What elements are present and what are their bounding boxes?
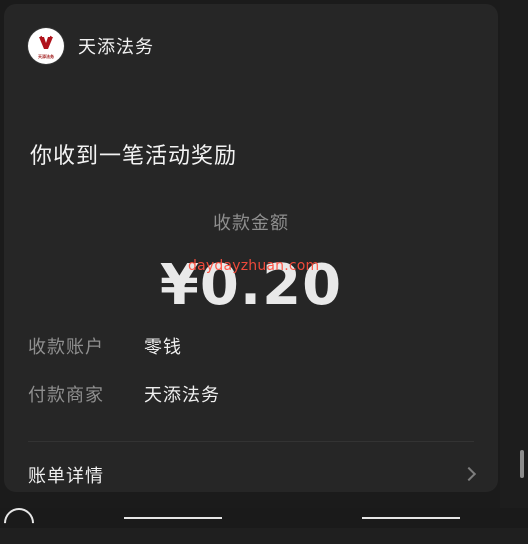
divider xyxy=(28,441,474,442)
partially-visible-bottom-line-1 xyxy=(124,517,222,519)
payer-merchant-label: 付款商家 xyxy=(28,385,104,406)
payer-merchant-row: 付款商家 天添法务 xyxy=(28,381,220,407)
payment-notification-screen: 天添法务 天添法务 你收到一笔活动奖励 收款金额 ¥0.20 daydayzhu… xyxy=(0,0,528,544)
payment-card: 天添法务 天添法务 你收到一笔活动奖励 收款金额 ¥0.20 daydayzhu… xyxy=(4,4,498,492)
receiving-account-label: 收款账户 xyxy=(28,337,104,358)
watermark-text: daydayzhuan.com xyxy=(188,258,320,274)
scrollbar[interactable] xyxy=(520,450,524,478)
merchant-logo-tagline: 天添法务 xyxy=(38,54,54,59)
receiving-account-value: 零钱 xyxy=(144,337,182,358)
merchant-header: 天添法务 天添法务 xyxy=(28,28,154,64)
merchant-logo: 天添法务 xyxy=(28,28,64,64)
merchant-name: 天添法务 xyxy=(78,37,154,58)
bill-details-label: 账单详情 xyxy=(28,466,104,487)
merchant-logo-mark-icon xyxy=(39,35,53,49)
receiving-account-row: 收款账户 零钱 xyxy=(28,333,182,359)
bill-details-link[interactable]: 账单详情 xyxy=(28,462,476,488)
page-title: 你收到一笔活动奖励 xyxy=(30,144,238,169)
chevron-right-icon xyxy=(462,468,476,482)
right-rail xyxy=(500,0,528,528)
partially-visible-bottom-line-2 xyxy=(362,517,460,519)
payer-merchant-value: 天添法务 xyxy=(144,385,220,406)
amount-label: 收款金额 xyxy=(213,213,289,234)
